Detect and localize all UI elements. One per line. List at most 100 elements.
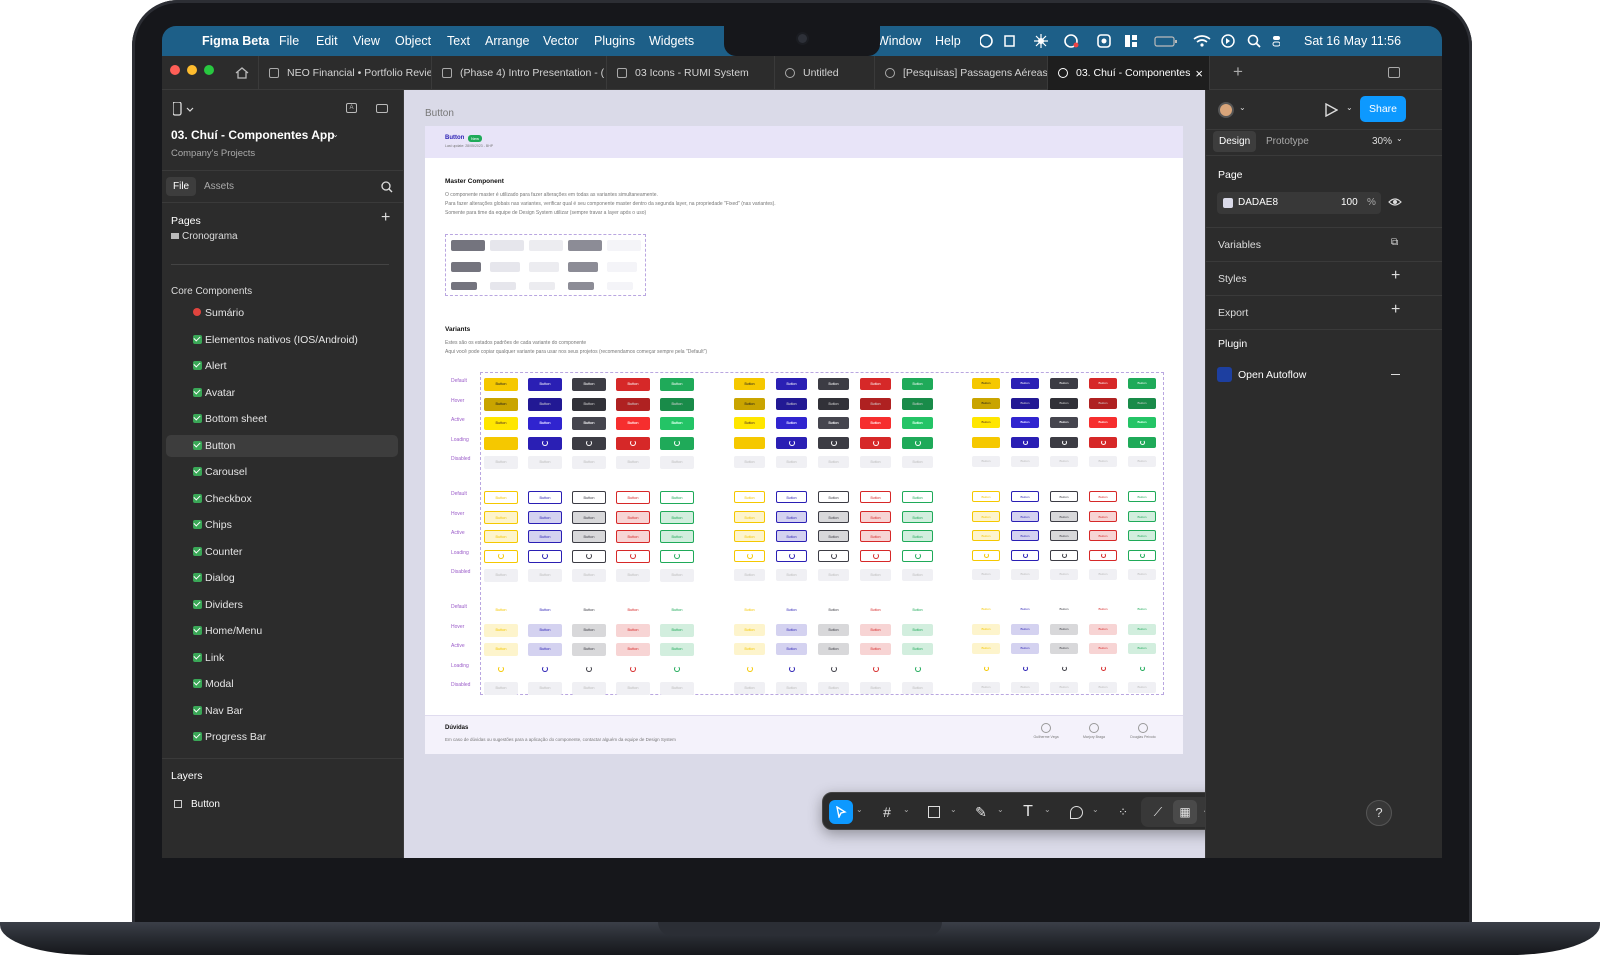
chevron-down-icon[interactable]: ⌄ xyxy=(950,805,957,814)
variant-button[interactable]: Button xyxy=(660,456,694,469)
variant-button[interactable]: Button xyxy=(660,510,694,524)
close-tab-icon[interactable]: × xyxy=(1195,66,1203,81)
variant-button[interactable]: Button xyxy=(616,604,650,617)
variant-button[interactable]: Button xyxy=(660,604,694,617)
variant-button[interactable]: Button xyxy=(528,643,562,656)
variant-button[interactable]: Button xyxy=(818,569,849,581)
page-item[interactable]: Home/Menu xyxy=(162,620,404,642)
variant-button[interactable]: Button xyxy=(972,378,1000,389)
tab-design[interactable]: Design xyxy=(1213,131,1257,152)
variant-button[interactable]: Button xyxy=(572,682,606,695)
variant-button[interactable] xyxy=(902,436,933,449)
variant-button[interactable]: Button xyxy=(734,378,765,390)
variant-button[interactable]: Button xyxy=(484,604,518,617)
variant-button[interactable]: Button xyxy=(902,569,933,581)
menu-object[interactable]: Object xyxy=(395,34,431,48)
variant-button[interactable]: Button xyxy=(528,682,562,695)
variant-button[interactable] xyxy=(776,663,807,675)
variant-button[interactable]: Button xyxy=(818,397,849,410)
variant-button[interactable] xyxy=(1011,436,1039,448)
variant-button[interactable]: Button xyxy=(776,397,807,410)
draw-mode-icon[interactable]: ⟋ xyxy=(1146,800,1170,824)
chevron-down-icon[interactable]: ⌄ xyxy=(997,805,1004,814)
variant-button[interactable]: Button xyxy=(484,623,518,637)
variant-button[interactable]: Button xyxy=(616,530,650,543)
variant-button[interactable]: Button xyxy=(972,530,1000,541)
variant-button[interactable]: Button xyxy=(902,643,933,655)
master-button[interactable] xyxy=(451,262,481,272)
variant-button[interactable]: Button xyxy=(972,510,1000,522)
master-button[interactable] xyxy=(568,282,594,290)
variant-button[interactable]: Button xyxy=(1128,623,1156,635)
variant-button[interactable]: Button xyxy=(776,682,807,694)
variant-button[interactable] xyxy=(1128,436,1156,448)
variant-button[interactable]: Button xyxy=(734,623,765,636)
variant-button[interactable]: Button xyxy=(818,604,849,616)
variant-button[interactable]: Button xyxy=(734,417,765,429)
master-button[interactable] xyxy=(568,240,602,251)
variant-button[interactable]: Button xyxy=(902,530,933,542)
plus-icon[interactable]: + xyxy=(1391,267,1400,285)
variant-button[interactable]: Button xyxy=(776,604,807,616)
variables-icon[interactable]: ⧉ xyxy=(1391,237,1398,248)
menu-text[interactable]: Text xyxy=(447,34,470,48)
variant-button[interactable]: Button xyxy=(1011,456,1039,467)
variant-button[interactable]: Button xyxy=(616,569,650,582)
variant-button[interactable]: Button xyxy=(484,510,518,524)
variant-button[interactable]: Button xyxy=(616,491,650,504)
variant-button[interactable] xyxy=(818,549,849,562)
variant-button[interactable]: Button xyxy=(860,397,891,410)
frame-label[interactable]: Button xyxy=(425,108,454,119)
menu-vector[interactable]: Vector xyxy=(543,34,578,48)
variant-button[interactable]: Button xyxy=(616,456,650,469)
variant-button[interactable]: Button xyxy=(1011,643,1039,654)
chevron-down-icon[interactable]: ⌄ xyxy=(1239,103,1246,112)
variant-button[interactable]: Button xyxy=(972,643,1000,654)
menu-window[interactable]: Window xyxy=(877,34,921,48)
variant-button[interactable]: Button xyxy=(776,643,807,655)
variant-button[interactable]: Button xyxy=(528,378,562,391)
variant-button[interactable]: Button xyxy=(734,530,765,542)
variant-button[interactable] xyxy=(972,549,1000,561)
tab-intro-presentation[interactable]: (Phase 4) Intro Presentation - ( xyxy=(432,56,607,90)
variant-button[interactable]: Button xyxy=(484,397,518,411)
close-window-button[interactable] xyxy=(170,65,180,75)
variant-button[interactable]: Button xyxy=(1128,682,1156,693)
variant-button[interactable]: Button xyxy=(734,491,765,503)
variant-button[interactable]: Button xyxy=(1011,569,1039,580)
variant-button[interactable]: Button xyxy=(972,604,1000,615)
project-owner[interactable]: Company's Projects xyxy=(171,148,255,159)
master-button[interactable] xyxy=(529,282,555,290)
page-color-field[interactable]: DADAE8 100 % xyxy=(1217,192,1381,214)
variant-button[interactable]: Button xyxy=(860,491,891,503)
styles-heading[interactable]: Styles xyxy=(1218,273,1247,285)
page-item[interactable]: Elementos nativos (IOS/Android) xyxy=(162,329,404,351)
tab-assets[interactable]: Assets xyxy=(204,181,234,192)
variant-button[interactable]: Button xyxy=(1089,569,1117,580)
variant-button[interactable]: Button xyxy=(818,530,849,542)
variant-button[interactable]: Button xyxy=(572,643,606,656)
variant-button[interactable]: Button xyxy=(860,682,891,694)
variant-button[interactable]: Button xyxy=(902,378,933,390)
variant-button[interactable]: Button xyxy=(734,397,765,410)
variant-button[interactable]: Button xyxy=(1089,604,1117,615)
chevron-down-icon[interactable]: ⌄ xyxy=(1092,805,1099,814)
variables-heading[interactable]: Variables xyxy=(1218,239,1261,251)
variant-button[interactable] xyxy=(1011,549,1039,561)
variant-button[interactable]: Button xyxy=(818,623,849,636)
variant-button[interactable]: Button xyxy=(616,682,650,695)
variant-button[interactable]: Button xyxy=(776,569,807,581)
variant-button[interactable]: Button xyxy=(1089,397,1117,409)
variant-button[interactable]: Button xyxy=(484,378,518,391)
variant-button[interactable]: Button xyxy=(660,491,694,504)
frame-tool-icon[interactable]: # xyxy=(875,800,899,824)
master-button[interactable] xyxy=(529,240,563,251)
variant-button[interactable] xyxy=(1050,549,1078,561)
variant-button[interactable] xyxy=(818,663,849,675)
variant-button[interactable]: Button xyxy=(1011,397,1039,409)
variant-button[interactable] xyxy=(734,436,765,449)
status-icons[interactable] xyxy=(980,34,1280,48)
variant-button[interactable]: Button xyxy=(734,569,765,581)
variant-button[interactable]: Button xyxy=(528,530,562,543)
app-name[interactable]: Figma Beta xyxy=(202,34,269,48)
